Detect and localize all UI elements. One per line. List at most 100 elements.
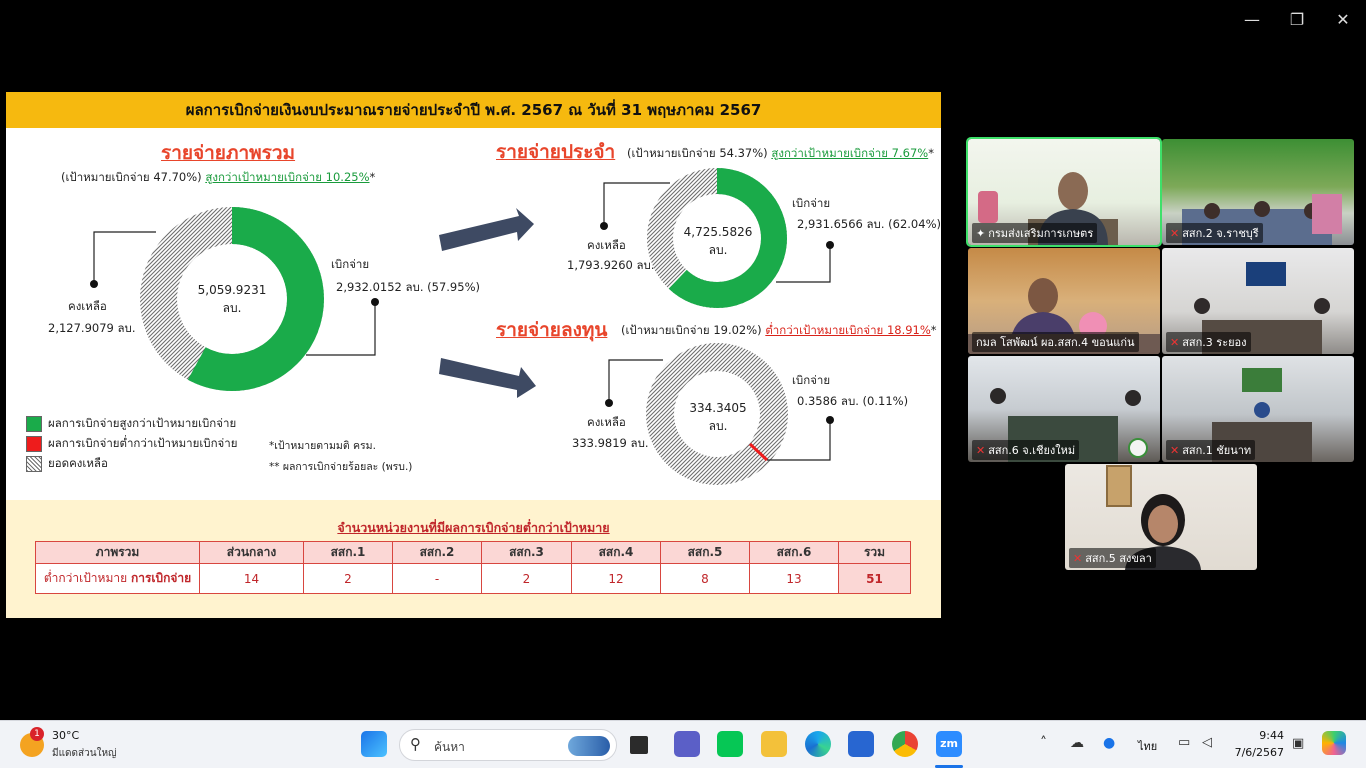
zoom-app-icon[interactable]: zm (936, 731, 962, 757)
table-cell: 12 (571, 563, 661, 594)
line-app-icon[interactable] (717, 731, 743, 757)
network-icon[interactable]: ▭ (1178, 735, 1190, 750)
participant-tile[interactable]: ✦ กรมส่งเสริมการเกษตร (966, 137, 1162, 247)
table-header-cell: รวม (838, 541, 911, 564)
investment-target-note: (เป้าหมายเบิกจ่าย 19.02%) ต่ำกว่าเป้าหมา… (621, 323, 937, 337)
overall-remaining-label: คงเหลือ (68, 299, 107, 313)
table-header-cell: สสก.6 (749, 541, 839, 564)
legend-swatch-hatch (26, 455, 42, 472)
muted-mic-icon: ✕ (1170, 227, 1180, 240)
overall-target-note: (เป้าหมายเบิกจ่าย 47.70%) สูงกว่าเป้าหมา… (61, 170, 376, 184)
recurring-vs-target: สูงกว่าเป้าหมายเบิกจ่าย 7.67% (771, 146, 929, 160)
minimize-button[interactable]: — (1240, 8, 1264, 32)
recurring-disbursed-value: 2,931.6566 ลบ. (62.04%) (797, 217, 941, 231)
participant-tile[interactable]: ✕ สสก.6 จ.เชียงใหม่ (968, 356, 1160, 462)
recurring-center-label: 4,725.5826 ลบ. (683, 225, 753, 257)
table-total-cell: 51 (838, 563, 911, 594)
overall-disbursed-label: เบิกจ่าย (331, 257, 370, 271)
overall-remaining-value: 2,127.9079 ลบ. (48, 321, 136, 335)
recurring-disbursed-label: เบิกจ่าย (792, 196, 831, 210)
overall-title: รายจ่ายภาพรวม (161, 142, 296, 164)
search-highlight-icon (568, 736, 610, 756)
legend-above-target: ผลการเบิกจ่ายสูงกว่าเป้าหมายเบิกจ่าย (26, 415, 236, 433)
teams-icon[interactable] (674, 731, 700, 757)
muted-mic-icon: ✕ (1073, 552, 1083, 565)
participant-name: ✕ สสก.1 ชัยนาท (1166, 440, 1256, 460)
weather-description[interactable]: มีแดดส่วนใหญ่ (52, 746, 117, 761)
edge-icon[interactable] (805, 731, 831, 757)
table-header-cell: ส่วนกลาง (199, 541, 304, 564)
windows-taskbar: 1 30°C มีแดดส่วนใหญ่ ⚲ ค้นหา zm ˄ ☁ ● ไท… (0, 720, 1366, 768)
recurring-remaining-value: 1,793.9260 ลบ. (567, 258, 655, 272)
overall-vs-target: สูงกว่าเป้าหมายเบิกจ่าย 10.25% (205, 170, 370, 184)
muted-mic-icon: ✕ (1170, 336, 1180, 349)
muted-mic-icon: ✕ (976, 444, 986, 457)
store-icon[interactable] (848, 731, 874, 757)
clock-date[interactable]: 7/6/2567 (1228, 746, 1284, 759)
clock-time[interactable]: 9:44 (1232, 729, 1284, 742)
file-explorer-icon[interactable] (761, 731, 787, 757)
search-placeholder: ค้นหา (434, 740, 465, 754)
units-table-title: จำนวนหน่วยงานที่มีผลการเบิกจ่ายต่ำกว่าเป… (337, 520, 610, 535)
shared-screen-slide: ผลการเบิกจ่ายเงินงบประมาณรายจ่ายประจำปี … (6, 92, 941, 618)
arrow-to-recurring (439, 208, 534, 251)
investment-title: รายจ่ายลงทุน (496, 319, 608, 341)
overall-center-label: 5,059.9231 ลบ. (197, 283, 267, 315)
table-header-row: ภาพรวม ส่วนกลาง สสก.1 สสก.2 สสก.3 สสก.4 … (35, 541, 911, 564)
microphone-icon[interactable]: ● (1103, 735, 1115, 751)
participant-name: กมล โสพัฒน์ ผอ.สสก.4 ขอนแก่น (972, 332, 1139, 352)
recurring-remaining-label: คงเหลือ (587, 238, 626, 252)
cloud-offline-icon[interactable]: ☁ (1070, 735, 1084, 751)
chevron-up-icon[interactable]: ˄ (1040, 735, 1047, 751)
participant-name: ✕ สสก.6 จ.เชียงใหม่ (972, 440, 1080, 460)
participant-name: ✕ สสก.5 สงขลา (1069, 548, 1156, 568)
table-cell: 2 (303, 563, 393, 594)
table-header-cell: สสก.1 (303, 541, 393, 564)
muted-mic-icon: ✕ (1170, 444, 1180, 457)
table-cell: 14 (199, 563, 304, 594)
participant-name: ✕ สสก.2 จ.ราชบุรี (1166, 223, 1263, 243)
note-percent-basis: ** ผลการเบิกจ่ายร้อยละ (พรบ.) (269, 461, 413, 473)
legend-below-target: ผลการเบิกจ่ายต่ำกว่าเป้าหมายเบิกจ่าย (26, 435, 238, 453)
participant-tile[interactable]: ✕ สสก.5 สงขลา (1065, 464, 1257, 570)
restore-button[interactable]: ❐ (1285, 8, 1309, 32)
search-box[interactable]: ⚲ ค้นหา (399, 729, 617, 761)
legend-remaining: ยอดคงเหลือ (26, 455, 108, 473)
language-indicator[interactable]: ไทย (1138, 737, 1157, 755)
participant-tile[interactable]: ✕ สสก.3 ระยอง (1162, 248, 1354, 354)
units-below-target-panel: จำนวนหน่วยงานที่มีผลการเบิกจ่ายต่ำกว่าเป… (6, 500, 941, 618)
investment-remaining-label: คงเหลือ (587, 415, 626, 429)
participant-name: ✦ กรมส่งเสริมการเกษตร (972, 223, 1098, 243)
investment-remaining-value: 333.9819 ลบ. (572, 436, 649, 450)
weather-temp[interactable]: 30°C (52, 729, 79, 742)
table-row: ต่ำกว่าเป้าหมาย การเบิกจ่าย 14 2 - 2 12 … (35, 563, 911, 594)
recurring-title: รายจ่ายประจำ (496, 141, 616, 163)
arrow-to-investment (439, 358, 536, 398)
units-table: ภาพรวม ส่วนกลาง สสก.1 สสก.2 สสก.3 สสก.4 … (35, 541, 911, 594)
table-cell: 8 (660, 563, 750, 594)
table-header-cell: สสก.2 (392, 541, 482, 564)
table-cell: - (392, 563, 482, 594)
close-button[interactable]: ✕ (1331, 8, 1355, 32)
note-cabinet-target: *เป้าหมายตามมติ ครม. (269, 440, 376, 452)
search-icon: ⚲ (410, 735, 421, 753)
table-header-cell: ภาพรวม (35, 541, 200, 564)
recurring-target-note: (เป้าหมายเบิกจ่าย 54.37%) สูงกว่าเป้าหมา… (627, 146, 934, 160)
participant-tile[interactable]: กมล โสพัฒน์ ผอ.สสก.4 ขอนแก่น (968, 248, 1160, 354)
participant-tile[interactable]: ✕ สสก.2 จ.ราชบุรี (1162, 139, 1354, 245)
weather-badge: 1 (30, 727, 44, 741)
chrome-icon[interactable] (892, 731, 918, 757)
start-icon[interactable] (361, 731, 387, 757)
copilot-icon[interactable] (1322, 731, 1346, 755)
notification-icon[interactable]: ▣ (1292, 736, 1304, 751)
investment-vs-target: ต่ำกว่าเป้าหมายเบิกจ่าย 18.91% (765, 323, 931, 337)
zoom-window: — ❐ ✕ ผลการเบิกจ่ายเงินงบประมาณรายจ่ายปร… (0, 0, 1366, 768)
task-view-icon[interactable] (630, 736, 648, 754)
volume-icon[interactable]: ◁ (1202, 735, 1212, 750)
participant-tile[interactable]: ✕ สสก.1 ชัยนาท (1162, 356, 1354, 462)
legend-swatch-red (26, 435, 42, 452)
table-row-label: ต่ำกว่าเป้าหมาย การเบิกจ่าย (35, 563, 200, 594)
table-cell: 13 (749, 563, 839, 594)
table-header-cell: สสก.4 (571, 541, 661, 564)
investment-disbursed-value: 0.3586 ลบ. (0.11%) (797, 394, 909, 408)
